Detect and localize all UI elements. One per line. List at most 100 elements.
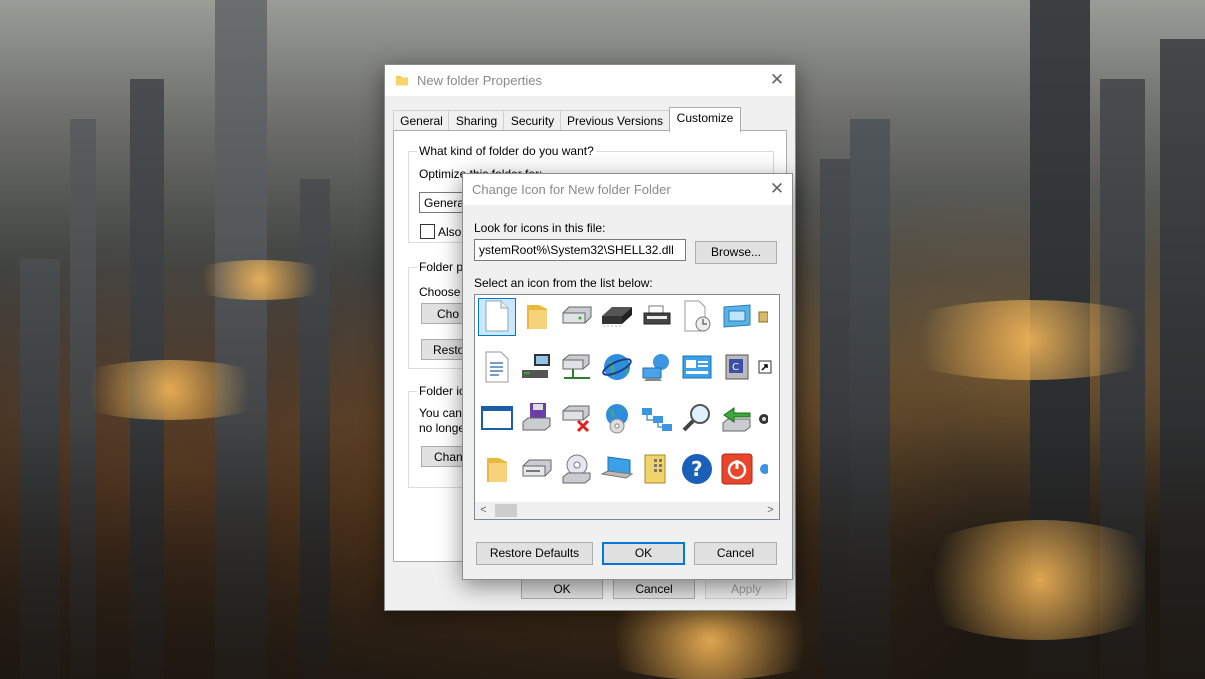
select-icon-label: Select an icon from the list below: <box>474 276 653 290</box>
icon-cell[interactable] <box>518 451 556 489</box>
properties-tabs: General Sharing Security Previous Versio… <box>393 107 787 132</box>
browse-button[interactable]: Browse... <box>695 241 777 264</box>
icon-cell[interactable] <box>478 349 516 387</box>
icon-cell[interactable] <box>598 400 636 438</box>
internet-globe-icon <box>601 351 633 386</box>
change-icon-title: Change Icon for New folder Folder <box>472 182 671 197</box>
notepad-grid-icon <box>642 453 672 488</box>
icon-cell[interactable] <box>758 349 778 387</box>
icon-cell[interactable] <box>518 400 556 438</box>
icon-cell[interactable] <box>718 451 756 489</box>
folder-icons-label: Folder ic <box>417 384 468 398</box>
partial-icon <box>758 411 769 428</box>
icon-cell[interactable] <box>598 298 636 336</box>
change-icon-cancel-button[interactable]: Cancel <box>694 542 777 565</box>
icon-cell[interactable] <box>558 400 596 438</box>
window-monitor-icon <box>720 303 754 332</box>
control-panel-window-icon: C <box>722 352 752 385</box>
icon-cell[interactable] <box>718 400 756 438</box>
folder-icons-text-2: no longe <box>419 421 466 435</box>
choose-file-label: Choose <box>419 285 461 299</box>
properties-close-button[interactable]: ✕ <box>766 69 788 91</box>
icon-cell[interactable] <box>558 349 596 387</box>
scroll-right-arrow[interactable]: > <box>762 502 779 519</box>
disconnected-drive-icon <box>560 403 594 436</box>
svg-text:C: C <box>732 362 739 373</box>
blank-window-icon <box>480 404 514 435</box>
change-icon-ok-button[interactable]: OK <box>602 542 685 565</box>
folder-pictures-label: Folder p <box>417 260 466 274</box>
icon-cell[interactable] <box>518 349 556 387</box>
properties-title: New folder Properties <box>417 73 542 88</box>
folder-icon <box>525 301 549 334</box>
partial-icon <box>758 309 769 326</box>
cd-drive-icon <box>520 458 554 483</box>
look-for-label: Look for icons in this file: <box>474 221 606 235</box>
network-computer-icon <box>520 352 554 385</box>
icon-cell[interactable] <box>478 400 516 438</box>
text-document-icon <box>484 351 510 386</box>
floppy-drive-icon <box>520 402 554 437</box>
tab-sharing[interactable]: Sharing <box>448 110 505 131</box>
icon-cell[interactable] <box>638 298 676 336</box>
folder-icon <box>395 73 409 90</box>
icon-cell[interactable] <box>678 298 716 336</box>
help-question-icon: ? <box>680 452 714 489</box>
folder-icon <box>485 454 509 487</box>
restore-defaults-button[interactable]: Restore Defaults <box>476 542 593 565</box>
icon-cell[interactable] <box>718 298 756 336</box>
memory-chip-icon <box>600 304 634 331</box>
properties-cancel-button[interactable]: Cancel <box>613 578 695 599</box>
blank-document-icon <box>484 300 510 335</box>
icon-cell[interactable] <box>758 451 778 489</box>
icon-cell[interactable] <box>678 349 716 387</box>
run-arrow-icon <box>720 403 754 436</box>
icon-cell[interactable] <box>478 451 516 489</box>
also-apply-checkbox[interactable] <box>420 224 435 239</box>
properties-ok-button[interactable]: OK <box>521 578 603 599</box>
icon-cell[interactable] <box>558 451 596 489</box>
shutdown-power-icon <box>720 452 754 489</box>
cd-disc-icon <box>560 453 594 488</box>
tab-customize[interactable]: Customize <box>669 107 741 132</box>
icon-cell[interactable] <box>518 298 556 336</box>
icon-cell[interactable]: ? <box>678 451 716 489</box>
icon-cell[interactable] <box>598 451 636 489</box>
hard-drive-icon <box>560 305 594 330</box>
icon-cell[interactable] <box>638 349 676 387</box>
document-clock-icon <box>682 300 712 335</box>
properties-title-bar[interactable]: New folder Properties ✕ <box>385 65 795 96</box>
icon-list[interactable]: C ? < > <box>474 294 780 520</box>
shortcut-arrow-icon <box>758 360 772 377</box>
properties-apply-button[interactable]: Apply <box>705 578 787 599</box>
icon-cell[interactable] <box>678 400 716 438</box>
icon-cell[interactable] <box>638 400 676 438</box>
scroll-thumb[interactable] <box>495 504 517 517</box>
scroll-left-arrow[interactable]: < <box>475 502 492 519</box>
control-panel-icon <box>681 353 713 384</box>
folder-type-question: What kind of folder do you want? <box>417 144 596 158</box>
network-tree-icon <box>640 404 674 435</box>
icon-cell[interactable] <box>598 349 636 387</box>
change-icon-close-button[interactable]: ✕ <box>766 178 788 200</box>
laptop-computer-icon <box>600 454 634 487</box>
tab-security[interactable]: Security <box>503 110 562 131</box>
folder-icons-text-1: You can <box>419 406 462 420</box>
globe-cd-icon <box>601 402 633 437</box>
icon-cell[interactable] <box>638 451 676 489</box>
icon-cell[interactable]: C <box>718 349 756 387</box>
tab-previous-versions[interactable]: Previous Versions <box>560 110 670 131</box>
icon-file-path-input[interactable]: ystemRoot%\System32\SHELL32.dll <box>474 239 686 261</box>
change-icon-dialog: Change Icon for New folder Folder ✕ Look… <box>462 173 793 580</box>
icon-cell[interactable] <box>558 298 596 336</box>
partial-icon <box>758 462 770 479</box>
change-icon-title-bar[interactable]: Change Icon for New folder Folder ✕ <box>463 174 792 205</box>
also-apply-label: Also <box>438 225 462 239</box>
svg-text:?: ? <box>691 457 703 481</box>
icon-cell[interactable] <box>758 400 778 438</box>
icon-cell[interactable] <box>478 298 516 336</box>
icon-list-scrollbar[interactable]: < > <box>475 502 779 519</box>
search-magnifier-icon <box>681 402 713 437</box>
tab-general[interactable]: General <box>393 110 450 131</box>
icon-cell[interactable] <box>758 298 778 336</box>
